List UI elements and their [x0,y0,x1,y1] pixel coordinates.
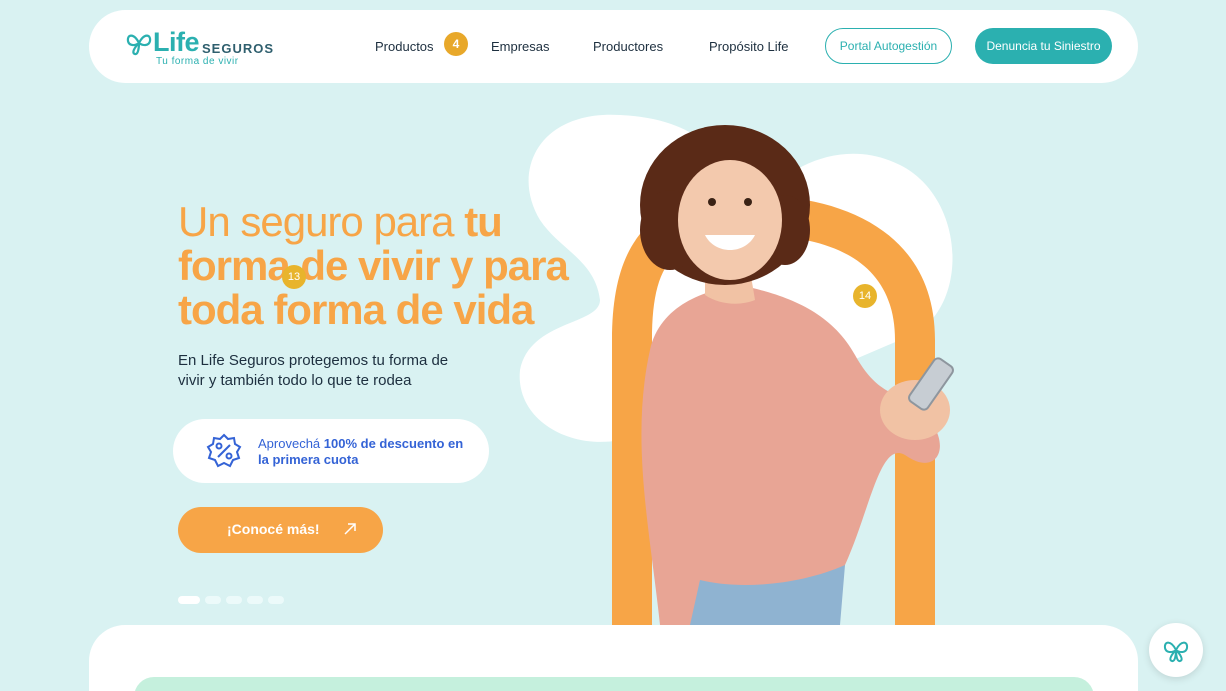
logo-tagline: Tu forma de vivir [156,56,239,67]
carousel-dots [178,596,284,604]
marker-14: 14 [853,284,877,308]
promo-text: Aprovechá 100% de descuento en la primer… [258,436,468,468]
discount-percent-icon [206,433,242,468]
butterfly-logo-icon [126,34,152,56]
logo[interactable]: Life SEGUROS Tu forma de vivir [126,27,286,70]
denuncia-siniestro-button[interactable]: Denuncia tu Siniestro [975,28,1112,64]
butterfly-chat-icon [1163,641,1189,663]
carousel-dot-2[interactable] [205,596,221,604]
hero-subtitle: En Life Seguros protegemos tu forma de v… [178,352,449,389]
hero-title-line3: toda forma de vida [178,286,534,333]
nav-productos[interactable]: Productos [375,39,434,54]
hero-title-line2: forma de vivir y para [178,242,569,289]
hero-title: Un seguro para tu forma de vivir y para … [178,200,598,332]
nav-empresas[interactable]: Empresas [491,39,550,54]
nav-badge: 4 [444,32,468,56]
cta-label: ¡Conocé más! [227,521,320,537]
carousel-dot-4[interactable] [247,596,263,604]
person-face [678,160,782,280]
content-card [89,625,1138,691]
chat-button[interactable] [1149,623,1203,677]
content-card-inner [134,677,1094,691]
arrow-up-right-icon [344,523,356,535]
marker-13: 13 [282,265,306,289]
nav-proposito-life[interactable]: Propósito Life [709,39,789,54]
logo-brand: Life [153,27,200,57]
hero-illustration [519,114,954,625]
logo-suffix: SEGUROS [202,41,275,56]
nav-productores[interactable]: Productores [593,39,663,54]
portal-autogestion-button[interactable]: Portal Autogestión [825,28,952,64]
conoce-mas-button[interactable]: ¡Conocé más! [178,507,383,553]
promo-text-pre: Aprovechá [258,436,324,451]
promo-banner[interactable]: Aprovechá 100% de descuento en la primer… [173,419,489,483]
carousel-dot-5[interactable] [268,596,284,604]
carousel-dot-3[interactable] [226,596,242,604]
carousel-dot-1[interactable] [178,596,200,604]
site-header: Life SEGUROS Tu forma de vivir Productos… [89,10,1138,83]
hero-title-bold: tu [464,198,503,245]
hero-title-light: Un seguro para [178,198,465,245]
